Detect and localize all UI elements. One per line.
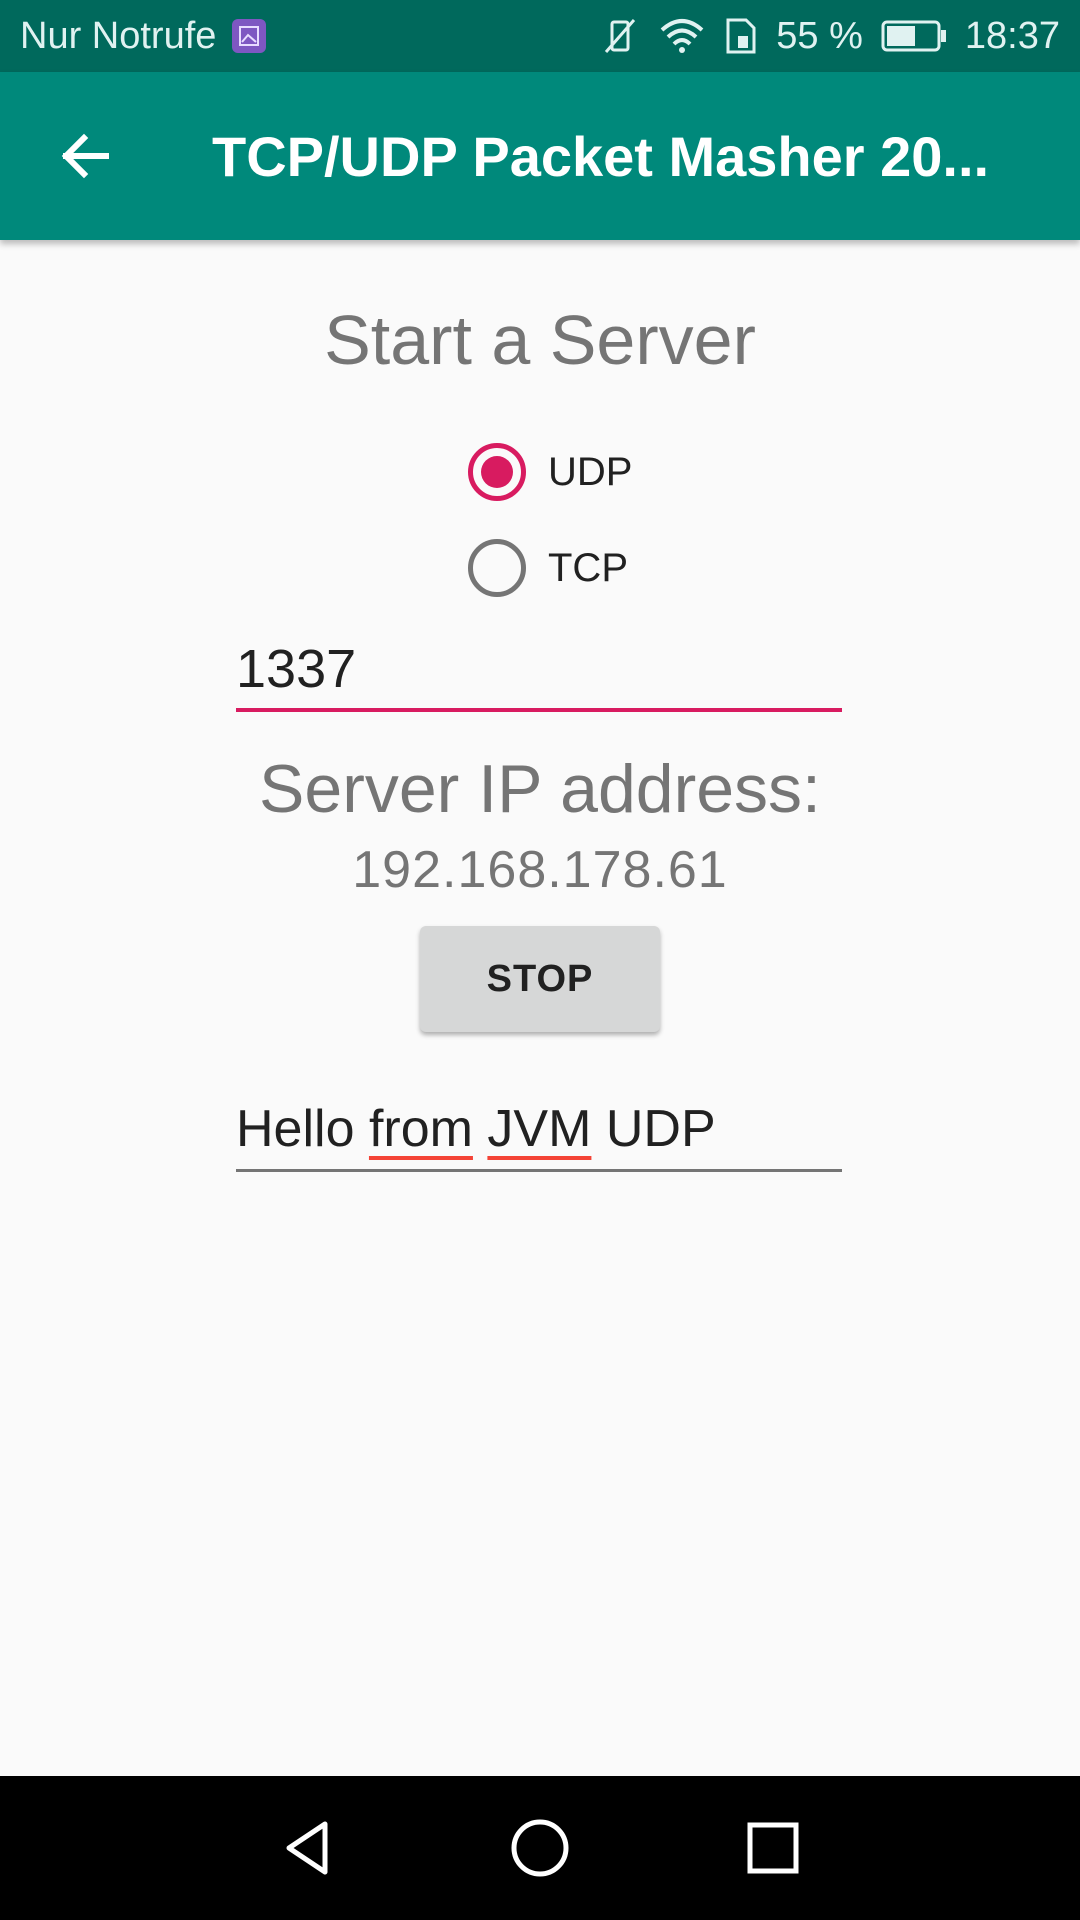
status-right: 55 % 18:37	[600, 15, 1060, 58]
sim-card-icon	[724, 16, 758, 56]
radio-checked-icon[interactable]	[468, 443, 526, 501]
app-bar: TCP/UDP Packet Masher 20...	[0, 72, 1080, 240]
main-content: Start a Server UDP TCP Server IP address…	[0, 240, 1080, 1776]
page-title: Start a Server	[324, 301, 756, 379]
nav-back-icon	[286, 1821, 328, 1875]
battery-icon	[881, 19, 947, 53]
message-word-misspelled: JVM	[487, 1099, 592, 1158]
wifi-icon	[658, 16, 706, 56]
radio-label-tcp: TCP	[548, 545, 628, 590]
radio-label-udp: UDP	[548, 449, 633, 494]
app-title: TCP/UDP Packet Masher 20...	[212, 124, 990, 188]
nav-home-button[interactable]	[490, 1798, 590, 1898]
radio-option-udp[interactable]: UDP	[468, 424, 632, 520]
protocol-radio-group: UDP TCP	[468, 424, 632, 616]
system-nav-bar	[0, 1776, 1080, 1920]
radio-option-tcp[interactable]: TCP	[468, 520, 632, 616]
message-word: Hello	[236, 1099, 355, 1158]
port-input[interactable]	[236, 630, 842, 712]
status-left: Nur Notrufe	[20, 14, 267, 58]
battery-percent: 55 %	[776, 14, 863, 57]
vibrate-off-icon	[600, 16, 640, 56]
carrier-text: Nur Notrufe	[20, 14, 217, 57]
nav-recents-button[interactable]	[723, 1798, 823, 1898]
server-ip-heading: Server IP address:	[259, 751, 821, 827]
image-notification-icon	[232, 19, 267, 53]
message-word-misspelled: from	[368, 1099, 473, 1158]
message-input[interactable]: Hello from JVM UDP	[236, 1088, 842, 1172]
nav-back-button[interactable]	[257, 1798, 357, 1898]
arrow-back-icon	[61, 133, 109, 179]
message-word: UDP	[605, 1099, 716, 1158]
stop-button[interactable]: STOP	[420, 926, 660, 1032]
status-bar: Nur Notrufe 55 % 18:37	[0, 0, 1080, 72]
nav-home-icon	[511, 1819, 569, 1877]
server-ip-value: 192.168.178.61	[352, 841, 728, 899]
radio-unchecked-icon[interactable]	[468, 539, 526, 597]
clock: 18:37	[964, 14, 1060, 57]
nav-recents-icon	[747, 1822, 799, 1874]
back-button[interactable]	[36, 108, 132, 204]
